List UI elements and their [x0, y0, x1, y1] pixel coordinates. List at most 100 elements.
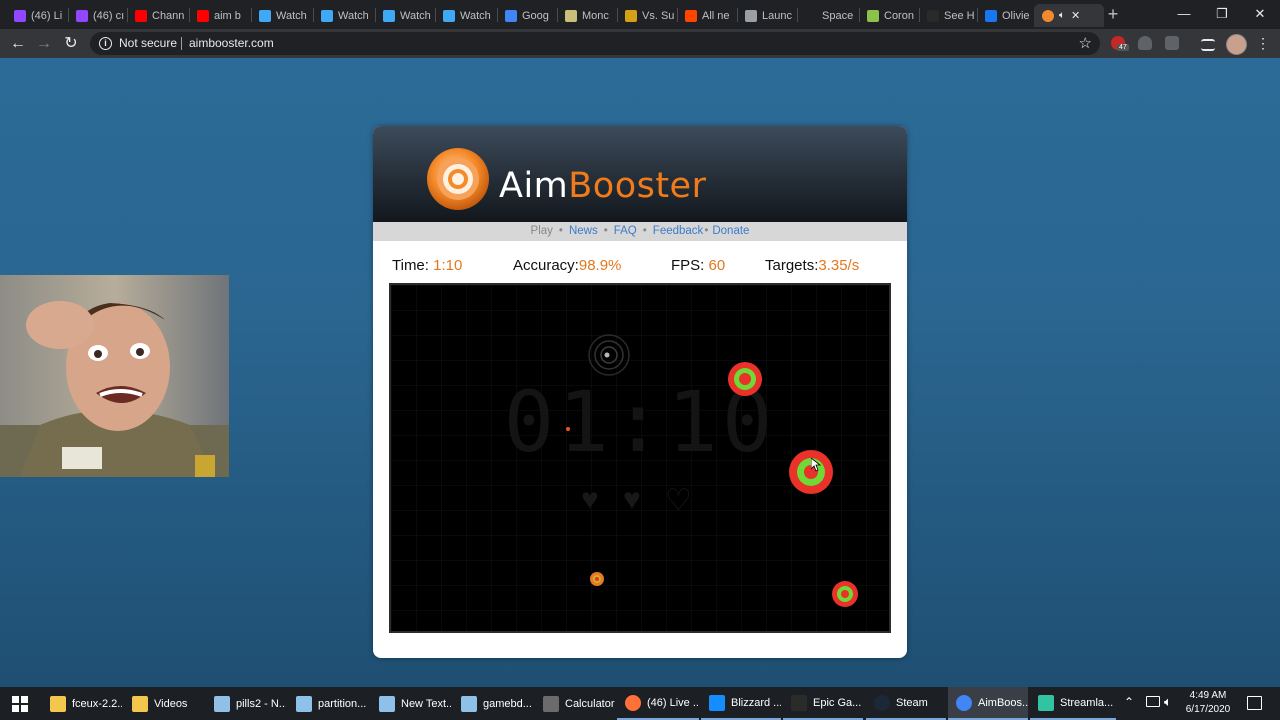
- extension-icon[interactable]: [1165, 36, 1179, 50]
- taskbar-item[interactable]: (46) Live ...: [617, 687, 699, 720]
- target[interactable]: [728, 362, 762, 396]
- back-button[interactable]: ←: [8, 34, 28, 54]
- aimbooster-icon: [1042, 9, 1054, 22]
- new-tab-button[interactable]: +: [1104, 5, 1122, 23]
- taskbar-item[interactable]: New Text...: [371, 687, 451, 720]
- stat-time-label: Time:: [392, 257, 429, 274]
- url-text[interactable]: aimbooster.com: [189, 36, 274, 50]
- taskbar-item-label: Blizzard ...: [731, 696, 781, 709]
- tab-separator: [677, 8, 678, 22]
- taskbar-item[interactable]: Calculator: [535, 687, 615, 720]
- heart-full-icon: ♥: [623, 483, 641, 516]
- taskbar-item[interactable]: AimBoos...: [948, 687, 1028, 720]
- target-spawning[interactable]: [566, 427, 570, 431]
- browser-tab[interactable]: (46) cı: [70, 4, 130, 27]
- nav-separator: •: [558, 225, 563, 237]
- target[interactable]: [590, 572, 604, 586]
- reload-button[interactable]: ↻: [61, 34, 81, 54]
- tab-label: Goog: [522, 9, 549, 22]
- tab-label: (46) Li: [31, 9, 63, 22]
- bookmark-star-icon[interactable]: ☆: [1079, 34, 1092, 52]
- notepad-icon: [379, 695, 395, 712]
- logo-text-booster: Booster: [568, 166, 707, 206]
- network-icon[interactable]: [1146, 696, 1160, 707]
- browser-tab[interactable]: aim b: [191, 4, 251, 27]
- aimbooster-header: AimBooster: [373, 126, 907, 222]
- tab-label: Watch: [400, 9, 431, 22]
- target[interactable]: [832, 581, 858, 607]
- nav-news[interactable]: News: [569, 225, 598, 237]
- nav-play[interactable]: Play: [531, 225, 553, 237]
- tab-label: Watch: [460, 9, 491, 22]
- tray-chevron-icon[interactable]: ⌃: [1124, 695, 1134, 709]
- windows-start-icon[interactable]: [12, 696, 28, 712]
- folder-icon: [50, 695, 66, 712]
- target[interactable]: [789, 450, 833, 494]
- tab-separator: [737, 8, 738, 22]
- game-canvas[interactable]: 01:10 ♥ ♥ ♡: [389, 283, 891, 633]
- extension-icon[interactable]: [1138, 36, 1152, 50]
- google-icon: [505, 9, 517, 22]
- taskbar-item[interactable]: Blizzard ...: [701, 687, 781, 720]
- tab-label: Space: [822, 9, 854, 22]
- profile-avatar[interactable]: [1226, 34, 1247, 55]
- browser-tab[interactable]: Olivie: [979, 4, 1039, 27]
- forward-button[interactable]: →: [34, 34, 54, 54]
- steam-icon: [874, 694, 890, 711]
- nav-faq[interactable]: FAQ: [614, 225, 637, 237]
- media-control-icon[interactable]: [1201, 39, 1215, 51]
- taskbar-item-label: (46) Live ...: [647, 696, 699, 709]
- tab-separator: [617, 8, 618, 22]
- stat-accuracy-label: Accuracy:: [513, 257, 579, 274]
- coron-icon: [867, 9, 879, 22]
- tab-label: Vs. Su: [642, 9, 675, 22]
- taskbar-item[interactable]: Epic Ga...: [783, 687, 863, 720]
- close-tab-icon[interactable]: ✕: [1071, 9, 1080, 22]
- minimize-button[interactable]: —: [1173, 4, 1195, 24]
- browser-tab[interactable]: Watch: [437, 4, 497, 27]
- nav-feedback[interactable]: Feedback: [653, 225, 704, 237]
- taskbar-item[interactable]: Steam: [866, 687, 946, 720]
- browser-tab[interactable]: See H: [921, 4, 981, 27]
- space-icon: [805, 9, 817, 22]
- taskbar-clock[interactable]: 4:49 AM 6/17/2020: [1178, 689, 1238, 717]
- browser-tab[interactable]: Watch: [253, 4, 313, 27]
- stat-fps-value: 60: [708, 257, 726, 274]
- browser-tab[interactable]: Watch: [377, 4, 437, 27]
- calculator-icon: [543, 695, 559, 712]
- browser-tab[interactable]: Monc: [559, 4, 619, 27]
- browser-tab[interactable]: (46) Li: [8, 4, 68, 27]
- close-window-button[interactable]: ✕: [1249, 4, 1271, 24]
- volume-icon[interactable]: 🔈︎: [1164, 694, 1172, 710]
- webcam-overlay: [0, 275, 229, 477]
- browser-tab[interactable]: Coron: [861, 4, 921, 27]
- maximize-button[interactable]: ❐: [1211, 4, 1233, 24]
- browser-tab[interactable]: Vs. Su: [619, 4, 679, 27]
- watch-icon: [259, 9, 271, 22]
- taskbar-item-label: Streamla...: [1060, 696, 1114, 709]
- tab-separator: [919, 8, 920, 22]
- taskbar-item[interactable]: partition...: [288, 687, 368, 720]
- info-icon[interactable]: i: [99, 37, 112, 50]
- browser-tab[interactable]: Space: [799, 4, 859, 27]
- taskbar-item[interactable]: Videos: [124, 687, 204, 720]
- stat-accuracy: Accuracy:98.9%: [513, 257, 621, 274]
- browser-tab[interactable]: Chann: [129, 4, 189, 27]
- browser-tab[interactable]: All ne: [679, 4, 739, 27]
- menu-icon[interactable]: ⋮: [1256, 34, 1270, 52]
- nav-donate[interactable]: Donate: [712, 225, 749, 237]
- browser-tab[interactable]: Launc: [739, 4, 799, 27]
- tab-aimbooster[interactable]: 🔈︎ ✕: [1034, 4, 1104, 27]
- taskbar-item[interactable]: gamebd...: [453, 687, 533, 720]
- taskbar-item[interactable]: pills2 - N...: [206, 687, 286, 720]
- browser-tab-bar: (46) Li (46) cı Chann aim b Watch Watch Watch W…: [0, 0, 1280, 29]
- tab-separator: [251, 8, 252, 22]
- stat-fps-label: FPS:: [671, 257, 705, 274]
- streamlabs-icon: [1038, 694, 1054, 711]
- taskbar-item[interactable]: fceux-2.2...: [42, 687, 122, 720]
- browser-tab[interactable]: Goog: [499, 4, 559, 27]
- taskbar-item[interactable]: Streamla...: [1030, 687, 1116, 720]
- browser-tab[interactable]: Watch: [315, 4, 375, 27]
- address-bar[interactable]: i Not secure aimbooster.com ☆: [90, 32, 1100, 55]
- notifications-icon[interactable]: [1247, 696, 1262, 710]
